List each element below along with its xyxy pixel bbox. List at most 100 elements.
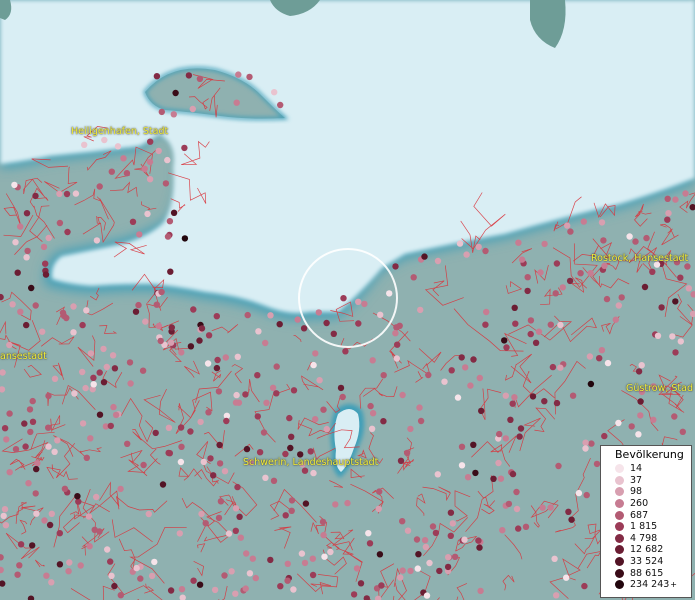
population-dot [499, 527, 506, 534]
population-dot [392, 263, 399, 270]
population-dot [565, 508, 572, 515]
population-dot [340, 295, 347, 302]
population-dot [368, 425, 376, 432]
population-dot [164, 156, 171, 164]
population-dot [300, 325, 308, 332]
legend-label: 33 524 [630, 556, 664, 568]
legend-label: 260 [630, 498, 649, 510]
population-dot [407, 567, 414, 575]
population-dot [294, 316, 301, 323]
population-dot [117, 485, 124, 493]
population-dot [672, 349, 679, 356]
population-dot [196, 581, 204, 588]
population-dot [232, 399, 240, 406]
population-dot [410, 274, 417, 281]
population-dot [416, 404, 423, 411]
population-dot [302, 500, 310, 507]
population-dot [277, 583, 284, 590]
population-dot [290, 586, 297, 593]
population-dot [470, 441, 477, 448]
population-dot [375, 505, 382, 513]
population-dot [11, 181, 18, 189]
population-dot [654, 332, 662, 339]
population-dot [211, 586, 219, 594]
legend-item: 4 798 [605, 533, 687, 545]
population-dot [628, 423, 635, 430]
population-dot [637, 398, 644, 405]
population-legend: Bevölkerung 14 37 98 260 687 1 815 4 798 12 682… [600, 445, 692, 598]
legend-label: 98 [630, 486, 643, 498]
population-dot [316, 377, 323, 384]
population-dot [677, 274, 684, 281]
population-dot [553, 399, 561, 407]
population-dot [56, 190, 63, 197]
population-dot [612, 316, 619, 323]
population-dot [537, 269, 544, 276]
population-dot [103, 363, 111, 371]
population-dot [114, 143, 122, 150]
population-dot [529, 393, 537, 400]
legend-item: 88 615 [605, 567, 687, 579]
population-dot [532, 339, 540, 346]
population-dot [79, 368, 86, 376]
population-dot [221, 468, 229, 475]
population-dot [582, 439, 589, 446]
population-dot [575, 489, 583, 497]
population-dot [153, 301, 160, 308]
population-dot [205, 409, 212, 416]
population-dot [618, 294, 625, 301]
population-dot [684, 263, 691, 270]
population-dot [269, 384, 277, 391]
population-dot [32, 302, 39, 309]
population-dot [256, 449, 264, 456]
population-dot [222, 354, 229, 361]
population-dot [355, 320, 362, 327]
population-dot [516, 433, 523, 440]
label-schwerin: Schwerin, Landeshauptstadt [243, 457, 379, 468]
legend-item: 1 815 [605, 521, 687, 533]
population-dot [288, 507, 295, 514]
population-dot [64, 228, 71, 236]
population-dot [378, 582, 385, 589]
population-dot [337, 384, 345, 392]
population-dot [671, 413, 678, 420]
population-dot [181, 235, 189, 242]
legend-title: Bevölkerung [615, 448, 684, 461]
population-dot [86, 543, 93, 550]
population-dot [45, 234, 52, 242]
population-dot [170, 209, 178, 216]
population-dot [127, 380, 134, 387]
population-dot [232, 590, 239, 597]
population-dot [467, 382, 474, 389]
population-dot [407, 425, 414, 433]
population-dot [17, 308, 24, 315]
population-dot [445, 554, 452, 561]
population-dot [214, 356, 221, 364]
population-dot [447, 509, 455, 516]
population-dot [9, 301, 16, 308]
population-dot [79, 321, 86, 329]
population-dot [643, 234, 650, 242]
legend-plus-sign: + [670, 580, 677, 590]
population-dot [225, 530, 233, 537]
population-dot [172, 89, 179, 97]
population-dot [267, 312, 274, 319]
population-dot [34, 460, 41, 467]
population-dot [563, 574, 570, 581]
population-dot [83, 307, 90, 314]
population-dot [6, 410, 13, 417]
population-dot [638, 362, 645, 369]
population-dot [213, 364, 221, 372]
population-dot [83, 454, 91, 461]
population-dot [254, 413, 261, 420]
population-dot [168, 324, 175, 331]
population-dot [518, 256, 526, 263]
population-dot [1, 506, 9, 513]
population-dot [511, 394, 518, 401]
population-dot [321, 553, 328, 560]
population-dot [397, 457, 405, 464]
population-dot [350, 591, 358, 598]
population-dot [124, 440, 131, 447]
map-canvas[interactable] [0, 0, 695, 600]
population-dot [234, 353, 241, 360]
